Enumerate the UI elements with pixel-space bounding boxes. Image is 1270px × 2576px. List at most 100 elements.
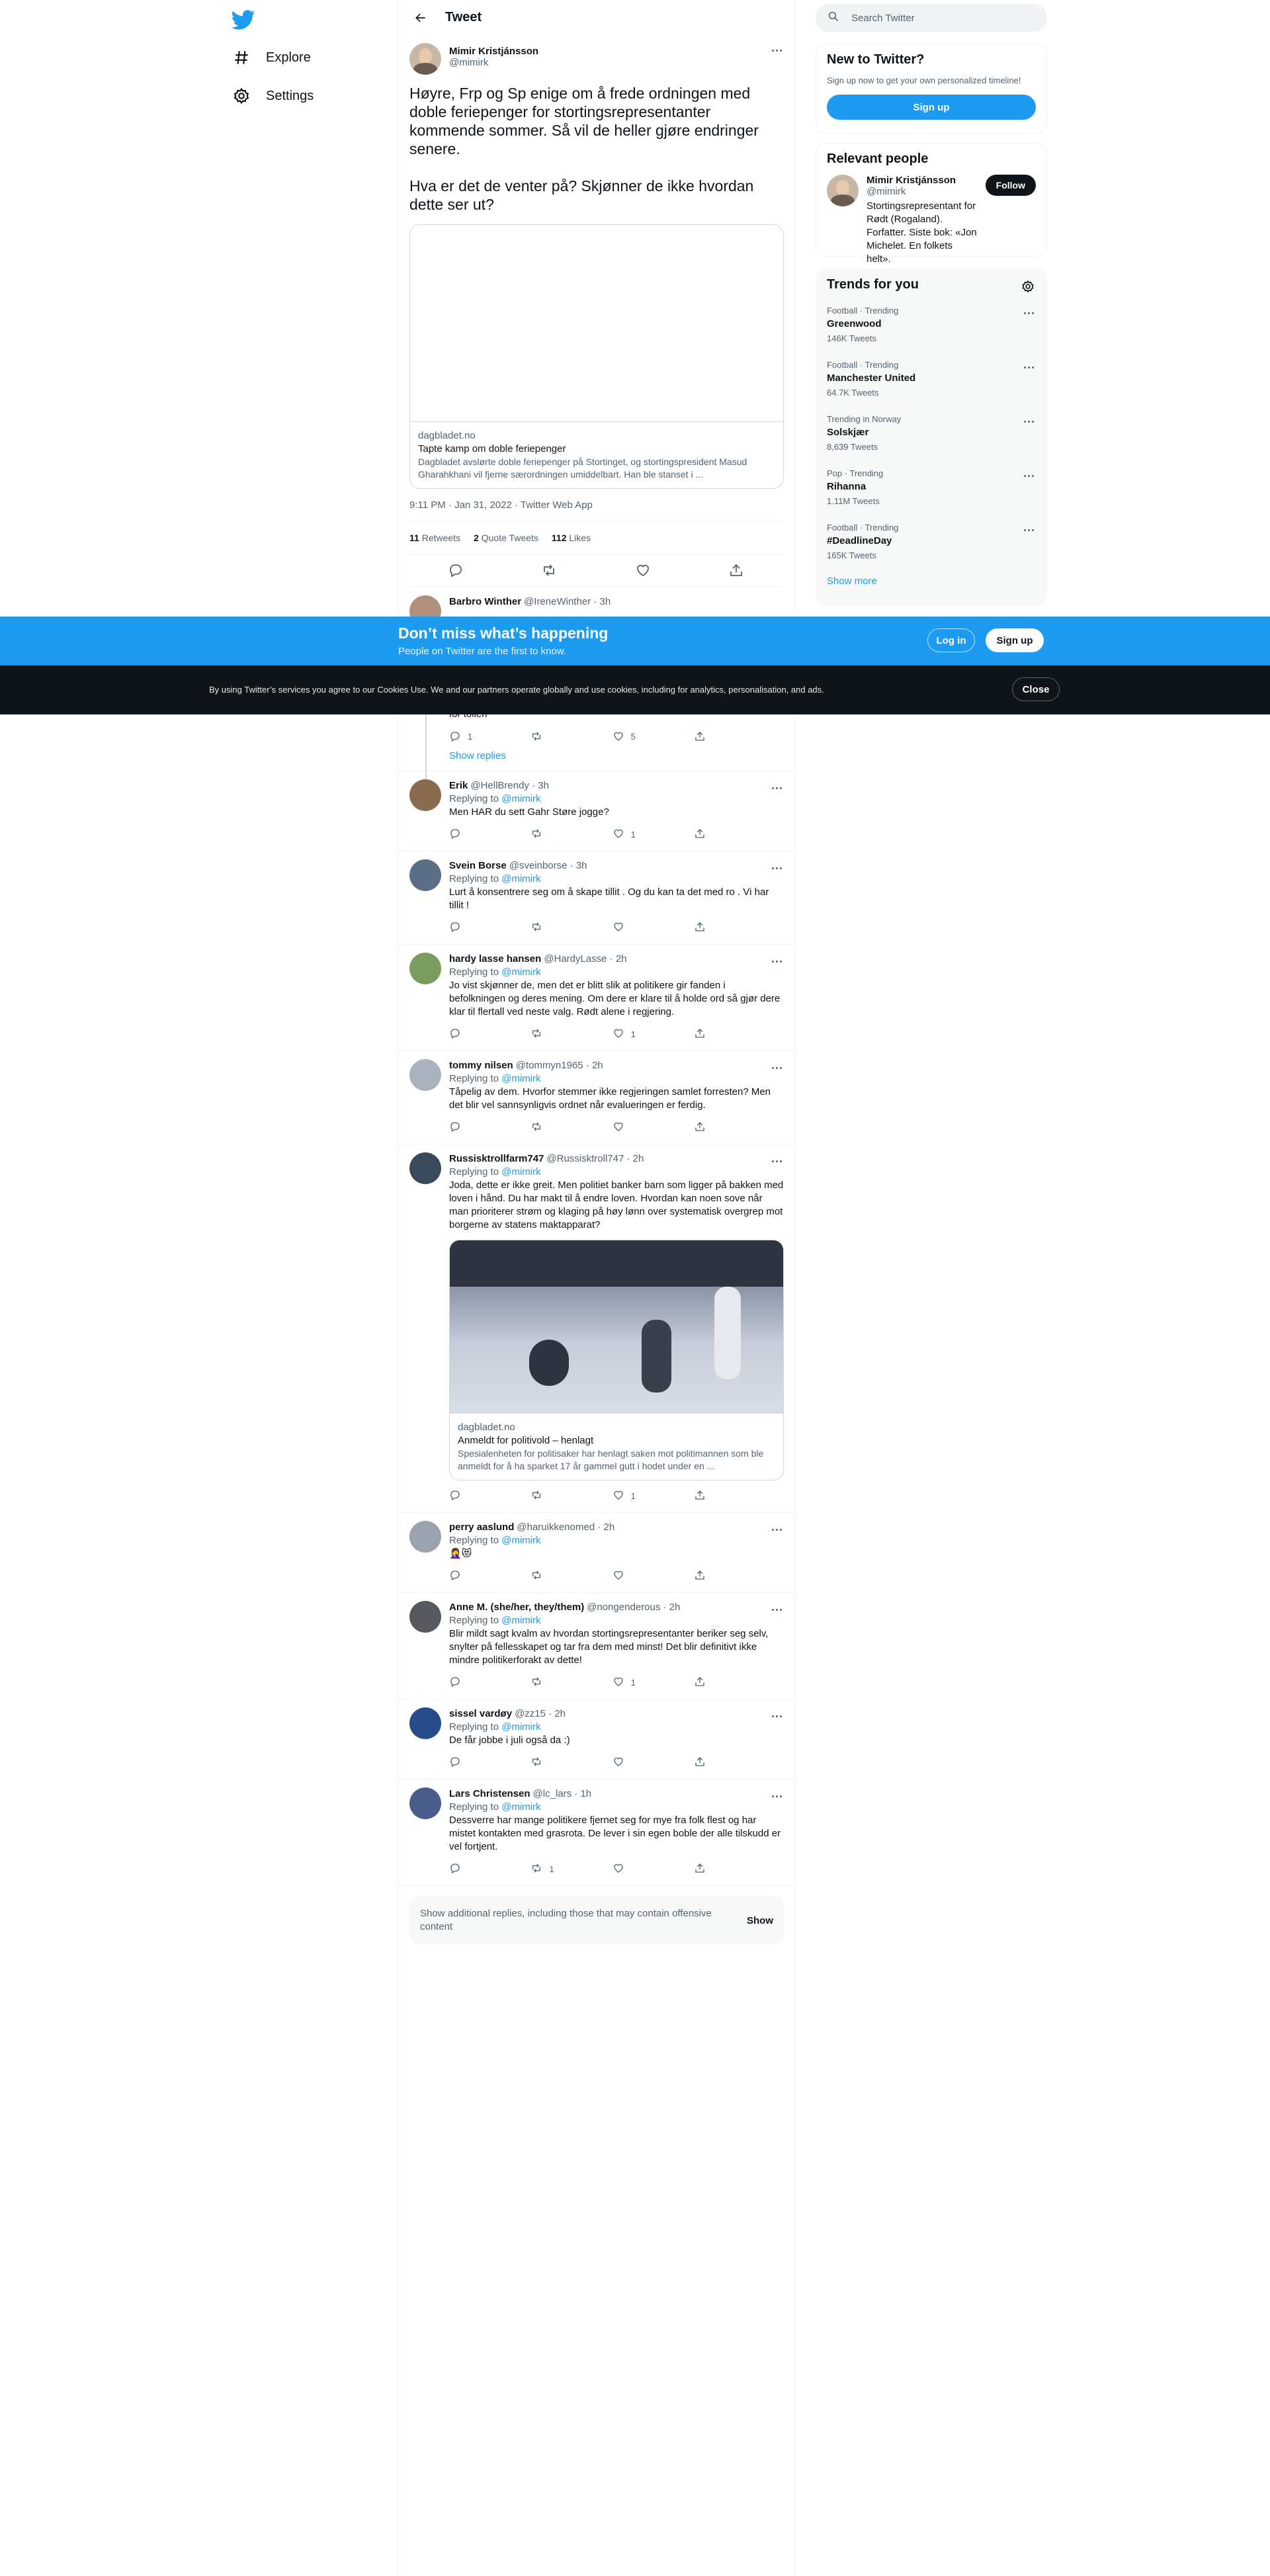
show-replies-link[interactable]: Show replies: [399, 748, 794, 771]
more-options-icon[interactable]: [1021, 308, 1036, 318]
avatar[interactable]: [409, 1059, 441, 1091]
more-options-icon[interactable]: [769, 1791, 784, 1801]
reply-icon[interactable]: [448, 562, 465, 580]
share-button[interactable]: [694, 1489, 734, 1503]
avatar[interactable]: [409, 953, 441, 984]
reply-author-name[interactable]: Svein Borse: [449, 860, 507, 871]
more-options-icon[interactable]: [769, 957, 784, 966]
replying-to-handle[interactable]: @mimirk: [501, 966, 540, 978]
retweet-button[interactable]: [530, 1676, 570, 1690]
retweet-button[interactable]: 1: [530, 1862, 570, 1876]
retweet-button[interactable]: [530, 1756, 570, 1770]
retweet-icon[interactable]: [541, 562, 558, 580]
reply-tweet[interactable]: Svein Borse @sveinborse · 3h Replying to …: [399, 851, 794, 945]
reply-button[interactable]: [449, 1027, 489, 1041]
like-button[interactable]: [613, 1569, 652, 1583]
likes-stat[interactable]: 112 Likes: [552, 533, 591, 543]
avatar[interactable]: [409, 43, 441, 75]
relevant-person-handle[interactable]: @mimirk: [867, 186, 979, 197]
login-button[interactable]: Log in: [927, 628, 975, 652]
retweet-button[interactable]: [530, 1121, 570, 1135]
trend-item[interactable]: Football · Trending #DeadlineDay 165K Tw…: [816, 517, 1046, 572]
reply-tweet[interactable]: Anne M. (she/her, they/them) @nongenderou…: [399, 1593, 794, 1699]
back-arrow-icon[interactable]: [409, 7, 432, 29]
more-options-icon[interactable]: [769, 863, 784, 873]
replying-to-handle[interactable]: @mimirk: [501, 793, 540, 804]
share-button[interactable]: [694, 1027, 734, 1041]
avatar[interactable]: [409, 859, 441, 891]
like-icon[interactable]: [635, 562, 652, 580]
more-options-icon[interactable]: [769, 1063, 784, 1072]
more-options-icon[interactable]: [769, 1156, 784, 1166]
trend-item[interactable]: Football · Trending Manchester United 64…: [816, 355, 1046, 409]
tweet-timestamp[interactable]: 9:11 PM · Jan 31, 2022 · Twitter Web App: [409, 499, 784, 522]
link-card[interactable]: dagbladet.no Tapte kamp om doble feriepe…: [409, 224, 784, 489]
author-name[interactable]: Mimir Kristjánsson: [449, 46, 538, 57]
avatar[interactable]: [409, 1707, 441, 1739]
reply-tweet[interactable]: sissel vardøy @zz15 · 2h Replying to @mim…: [399, 1699, 794, 1780]
more-options-icon[interactable]: [1021, 417, 1036, 426]
trends-show-more[interactable]: Show more: [816, 572, 1046, 597]
trends-settings-gear-icon[interactable]: [1021, 280, 1035, 296]
like-button[interactable]: [613, 1121, 652, 1135]
link-card[interactable]: dagbladet.no Anmeldt for politivold – he…: [449, 1240, 784, 1481]
reply-author-name[interactable]: perry aaslund: [449, 1522, 514, 1533]
reply-button[interactable]: [449, 1121, 489, 1135]
avatar[interactable]: [409, 1787, 441, 1819]
author-handle[interactable]: @mimirk: [449, 57, 538, 68]
more-options-icon[interactable]: [769, 1525, 784, 1534]
reply-author-name[interactable]: Russisktrollfarm747: [449, 1153, 544, 1164]
more-options-icon[interactable]: [769, 783, 784, 793]
reply-tweet[interactable]: perry aaslund @haruikkenomed · 2h Replyin…: [399, 1513, 794, 1593]
share-button[interactable]: [694, 1121, 734, 1135]
reply-author-name[interactable]: Barbro Winther: [449, 596, 521, 607]
share-button[interactable]: [694, 828, 734, 841]
like-button[interactable]: 1: [613, 1489, 652, 1503]
reply-author-name[interactable]: Lars Christensen: [449, 1788, 530, 1799]
reply-author-name[interactable]: sissel vardøy: [449, 1708, 512, 1719]
quotes-stat[interactable]: 2 Quote Tweets: [474, 533, 538, 543]
replying-to-handle[interactable]: @mimirk: [501, 1166, 540, 1178]
avatar[interactable]: [409, 1601, 441, 1633]
trend-item[interactable]: Pop · Trending Rihanna 1.11M Tweets: [816, 463, 1046, 517]
retweet-button[interactable]: [530, 730, 570, 742]
relevant-person[interactable]: Mimir Kristjánsson @mimirk Stortingsrepr…: [816, 175, 1046, 275]
share-button[interactable]: [694, 1862, 734, 1876]
cookie-close-button[interactable]: Close: [1012, 677, 1060, 701]
reply-author-name[interactable]: hardy lasse hansen: [449, 953, 541, 965]
more-options-icon[interactable]: [1021, 363, 1036, 372]
reply-button[interactable]: [449, 1862, 489, 1876]
like-button[interactable]: 1: [613, 828, 652, 841]
sidebar-signup-button[interactable]: Sign up: [827, 95, 1036, 120]
reply-button[interactable]: 1: [449, 730, 489, 742]
avatar[interactable]: [409, 1152, 441, 1184]
share-icon[interactable]: [728, 562, 745, 580]
like-button[interactable]: 5: [613, 730, 652, 742]
relevant-person-name[interactable]: Mimir Kristjánsson: [867, 175, 979, 186]
reply-tweet[interactable]: tommy nilsen @tommyn1965 · 2h Replying to…: [399, 1051, 794, 1144]
replying-to-handle[interactable]: @mimirk: [501, 1801, 540, 1813]
reply-button[interactable]: [449, 1569, 489, 1583]
more-options-icon[interactable]: [769, 1605, 784, 1614]
more-options-icon[interactable]: [769, 46, 784, 55]
more-options-icon[interactable]: [1021, 471, 1036, 480]
signup-button[interactable]: Sign up: [986, 628, 1044, 652]
share-button[interactable]: [694, 730, 734, 742]
replying-to-handle[interactable]: @mimirk: [501, 1073, 540, 1084]
retweet-button[interactable]: [530, 828, 570, 841]
reply-button[interactable]: [449, 921, 489, 935]
reply-tweet[interactable]: Lars Christensen @lc_lars · 1h Replying t…: [399, 1780, 794, 1886]
replying-to-handle[interactable]: @mimirk: [501, 873, 540, 884]
avatar[interactable]: [409, 1521, 441, 1553]
twitter-bird-icon[interactable]: [231, 8, 257, 33]
trend-item[interactable]: Football · Trending Greenwood 146K Tweet…: [816, 300, 1046, 355]
retweets-stat[interactable]: 11 Retweets: [409, 533, 460, 543]
reply-button[interactable]: [449, 1676, 489, 1690]
reply-button[interactable]: [449, 1756, 489, 1770]
retweet-button[interactable]: [530, 1027, 570, 1041]
nav-settings[interactable]: Settings: [232, 79, 314, 112]
share-button[interactable]: [694, 1756, 734, 1770]
avatar[interactable]: [409, 779, 441, 811]
share-button[interactable]: [694, 921, 734, 935]
trend-item[interactable]: Trending in Norway Solskjær 8,639 Tweets: [816, 409, 1046, 463]
